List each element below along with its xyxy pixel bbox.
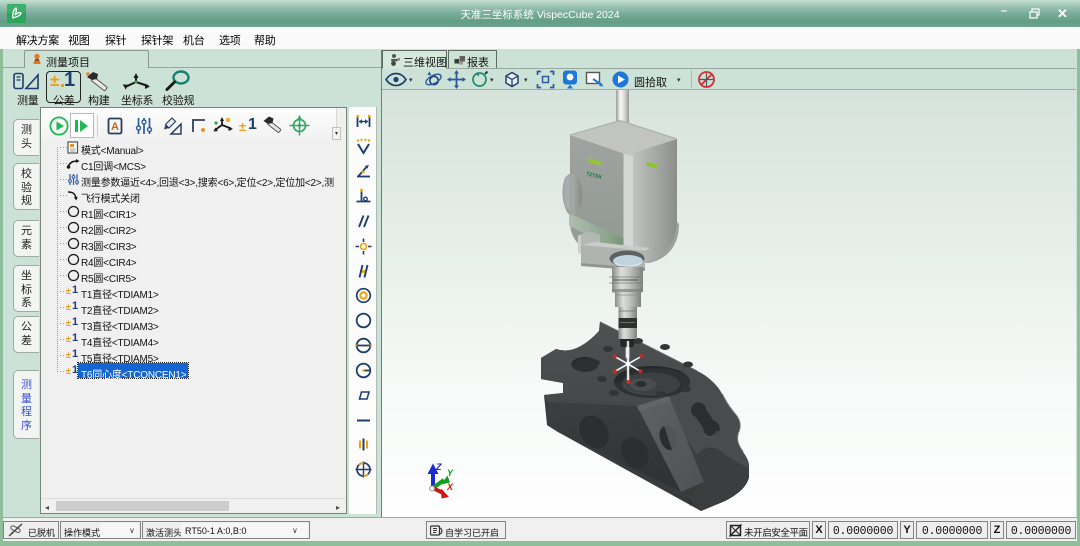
svg-text:Z: Z bbox=[435, 462, 442, 472]
svg-text:X: X bbox=[446, 482, 454, 492]
svg-text:Y: Y bbox=[447, 468, 454, 478]
svg-text:A: A bbox=[111, 121, 119, 133]
